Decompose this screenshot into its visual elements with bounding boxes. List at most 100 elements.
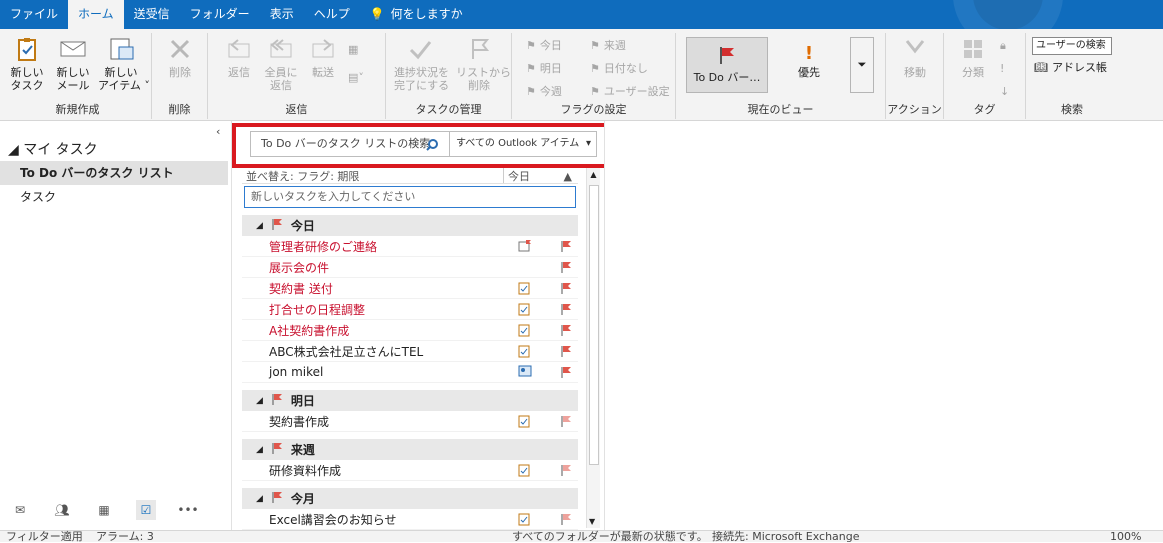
scroll-up-icon[interactable]: ▲ <box>587 168 600 182</box>
task-row[interactable]: 管理者研修のご連絡 <box>242 236 578 257</box>
task-title: 契約書作成 <box>269 414 330 429</box>
flag-icon[interactable] <box>560 513 572 528</box>
group-new: 新しい タスク 新しい メール 新しい アイテム ˅ 新規作成 <box>4 33 152 119</box>
task-row[interactable]: 展示会の件 <box>242 257 578 278</box>
group-delete: 削除 削除 <box>152 33 208 119</box>
forward-button[interactable]: 転送 <box>302 35 344 79</box>
zoom-level[interactable]: 100% <box>1110 531 1141 543</box>
task-group-header[interactable]: ◢ 明日 <box>242 390 578 411</box>
tab-file[interactable]: ファイル <box>0 0 68 29</box>
tab-help[interactable]: ヘルプ <box>304 0 360 29</box>
task-title: 研修資料作成 <box>269 463 342 478</box>
tab-send-receive[interactable]: 送受信 <box>124 0 180 29</box>
task-row[interactable]: A社契約書作成 <box>242 320 578 341</box>
flag-icon: ⚑ <box>590 39 600 52</box>
new-task-button[interactable]: 新しい タスク <box>6 35 48 92</box>
reply-button[interactable]: 返信 <box>218 35 260 79</box>
tasks-icon[interactable]: ☑ <box>136 500 156 520</box>
mark-complete-button[interactable]: 進捗状況を 完了にする <box>394 35 450 92</box>
task-title: 打合せの日程調整 <box>269 302 366 317</box>
flag-this-week-button[interactable]: ⚑ 今週 <box>526 83 562 101</box>
flag-tomorrow-button[interactable]: ⚑ 明日 <box>526 60 562 78</box>
flag-icon[interactable] <box>560 464 572 479</box>
group-follow-up: ⚑ 今日 ⚑ 来週 ⚑ 明日 ⚑ 日付なし ⚑ 今週 ⚑ ユーザー設定 フラグの設定 <box>512 33 676 119</box>
more-respond-icon[interactable]: ▤˅ <box>348 69 364 87</box>
more-icon[interactable]: ••• <box>177 500 198 520</box>
new-mail-button[interactable]: 新しい メール <box>52 35 94 92</box>
flag-today-button[interactable]: ⚑ 今日 <box>526 37 562 55</box>
search-people-input[interactable]: ユーザーの検索 <box>1032 37 1112 55</box>
task-group-header[interactable]: ◢ 今日 <box>242 215 578 236</box>
flag-icon[interactable] <box>560 261 572 276</box>
nav-item-todo-bar-task-list[interactable]: To Do バーのタスク リスト <box>0 161 228 185</box>
address-book-button[interactable]: 📖︎ アドレス帳 <box>1034 59 1107 77</box>
mail-icon <box>59 35 87 63</box>
flag-custom-button[interactable]: ⚑ ユーザー設定 <box>590 83 670 101</box>
flag-icon[interactable] <box>560 415 572 430</box>
my-tasks-label: マイ タスク <box>23 142 98 158</box>
task-icon <box>518 512 530 529</box>
exclamation-icon[interactable]: ! <box>1000 60 1004 78</box>
flag-icon[interactable] <box>560 324 572 339</box>
search-scope-label: すべての Outlook アイテム <box>456 138 580 149</box>
down-arrow-icon[interactable]: ↓ <box>1000 83 1009 101</box>
task-row[interactable]: ABC株式会社足立さんにTEL <box>242 341 578 362</box>
flag-icon[interactable] <box>560 240 572 255</box>
task-row[interactable]: 契約書 送付 <box>242 278 578 299</box>
calendar-icon[interactable]: ▦ <box>94 500 114 520</box>
tab-view[interactable]: 表示 <box>260 0 304 29</box>
delete-x-icon <box>166 35 194 63</box>
sort-right-label: 今日 ▲ <box>503 168 578 183</box>
task-row[interactable]: 打合せの日程調整 <box>242 299 578 320</box>
alarm-status[interactable]: アラーム: 3 <box>96 531 154 543</box>
categorize-button[interactable]: 分類 <box>952 35 994 79</box>
task-row[interactable]: 契約書作成 <box>242 411 578 432</box>
exclamation-icon: ! <box>804 43 814 64</box>
task-title: jon mikel <box>269 365 324 379</box>
search-scope-dropdown[interactable]: すべての Outlook アイテム ▾ <box>449 131 597 157</box>
delete-label: 削除 <box>169 66 191 79</box>
tell-me-box[interactable]: 💡 何をしますか <box>360 0 473 29</box>
group-title: タスクの管理 <box>415 103 482 116</box>
mark-complete-label: 進捗状況を 完了にする <box>394 66 450 92</box>
scroll-down-icon[interactable]: ▼ <box>589 517 595 526</box>
nav-item-tasks[interactable]: タスク <box>0 185 228 209</box>
task-row[interactable]: jon mikel <box>242 362 578 383</box>
tab-folder[interactable]: フォルダー <box>180 0 260 29</box>
lock-icon[interactable]: 🔒︎ <box>1000 37 1006 55</box>
tab-home[interactable]: ホーム <box>68 0 124 29</box>
task-title: Excel講習会のお知らせ <box>269 512 397 527</box>
people-icon[interactable]: 👥︎ <box>52 500 72 520</box>
delete-button[interactable]: 削除 <box>159 35 201 79</box>
meeting-reply-icon[interactable]: ▦ <box>348 41 358 59</box>
task-group-header[interactable]: ◢ 今月 <box>242 488 578 509</box>
categorize-label: 分類 <box>962 66 984 79</box>
flag-icon[interactable] <box>560 366 572 381</box>
search-input[interactable]: To Do バーのタスク リストの検索 <box>250 131 450 157</box>
move-button[interactable]: 移動 <box>894 35 936 79</box>
view-priority-button[interactable]: ! 優先 <box>774 37 844 93</box>
reply-all-button[interactable]: 全員に 返信 <box>260 35 302 92</box>
task-group-header[interactable]: ◢ 来週 <box>242 439 578 460</box>
scroll-thumb[interactable] <box>589 185 599 465</box>
new-items-button[interactable]: 新しい アイテム ˅ <box>98 35 150 92</box>
remove-from-list-button[interactable]: リストから 削除 <box>456 35 511 92</box>
my-tasks-header[interactable]: ◢ マイ タスク <box>8 139 98 159</box>
mail-icon[interactable]: ✉ <box>10 500 30 520</box>
search-icon[interactable] <box>425 137 439 161</box>
flag-icon[interactable] <box>560 345 572 360</box>
view-gallery-more-button[interactable]: ⏷ <box>850 37 874 93</box>
flag-icon[interactable] <box>560 303 572 318</box>
flag-no-date-button[interactable]: ⚑ 日付なし <box>590 60 648 78</box>
task-row[interactable]: 研修資料作成 <box>242 460 578 481</box>
new-task-input[interactable]: 新しいタスクを入力してください <box>244 186 576 208</box>
view-todo-bar-button[interactable]: To Do バー… <box>686 37 768 93</box>
task-list-scrollbar[interactable]: ▲ ▼ <box>586 168 600 528</box>
task-row[interactable]: Excel講習会のお知らせ <box>242 509 578 530</box>
address-book-label: アドレス帳 <box>1051 61 1107 74</box>
flag-icon[interactable] <box>560 282 572 297</box>
collapse-pane-icon[interactable]: ‹ <box>216 125 220 138</box>
reply-all-label: 全員に 返信 <box>264 66 298 92</box>
flag-next-week-button[interactable]: ⚑ 来週 <box>590 37 626 55</box>
sort-bar[interactable]: 並べ替え: フラグ: 期限 今日 ▲ <box>242 168 578 184</box>
